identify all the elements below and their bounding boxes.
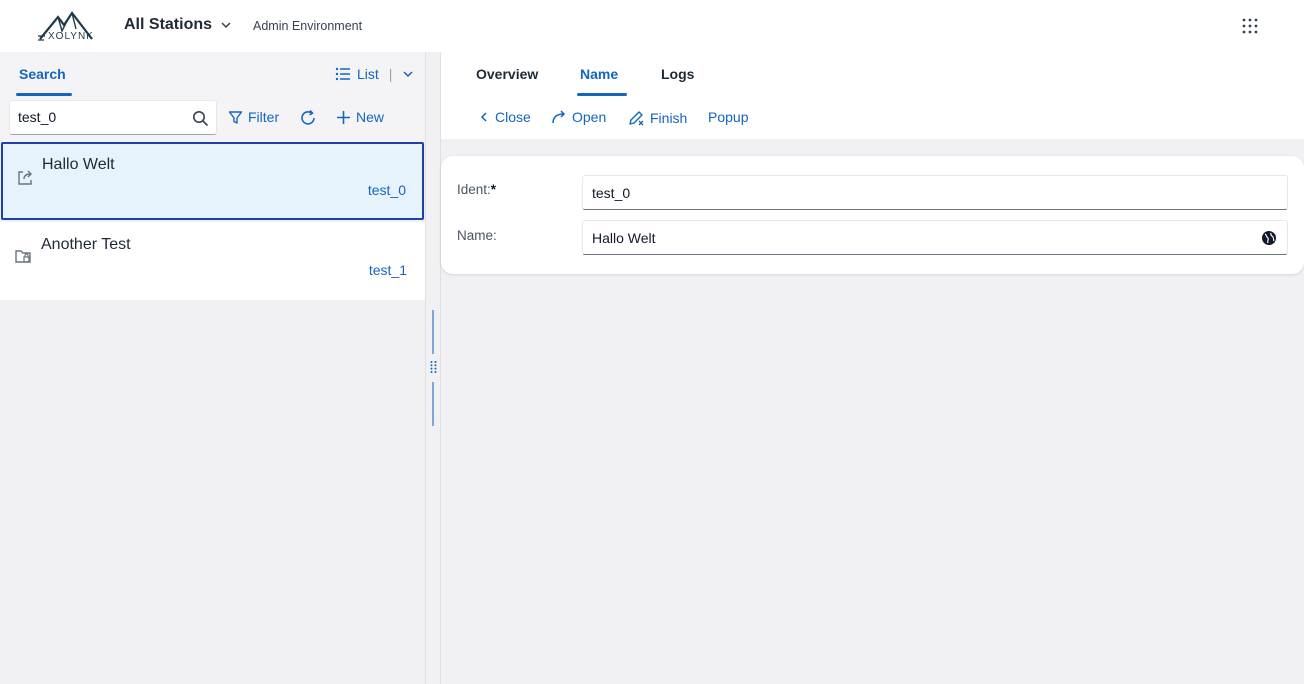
view-label: List	[357, 66, 379, 82]
ident-field[interactable]: test_0	[582, 175, 1288, 210]
chevron-down-icon	[221, 22, 231, 29]
filter-button[interactable]: Filter	[228, 109, 279, 125]
search-field[interactable]	[9, 100, 217, 135]
name-value: Hallo Welt	[592, 230, 656, 246]
search-toolbar: Filter New	[0, 96, 425, 142]
plus-icon	[337, 110, 350, 124]
open-label: Open	[572, 109, 607, 125]
tab-overview[interactable]: Overview	[476, 66, 538, 82]
resizer-line	[432, 310, 434, 354]
finish-label: Finish	[650, 110, 688, 126]
popup-button[interactable]: Popup	[708, 109, 748, 125]
open-button[interactable]: Open	[551, 109, 606, 125]
tab-search[interactable]: Search	[19, 66, 66, 82]
search-input[interactable]	[18, 109, 178, 125]
ident-value: test_0	[592, 185, 631, 201]
list-item-title: Another Test	[41, 236, 131, 253]
left-panel: Search List | Filter	[0, 52, 425, 684]
list-item-code: test_1	[368, 262, 407, 278]
detail-header: Overview Name Logs Close Open Finish Pop…	[441, 52, 1304, 139]
environment-label: Admin Environment	[253, 19, 363, 33]
folder-lock-icon	[15, 250, 31, 263]
required-marker: *	[490, 182, 497, 197]
form-card: Ident:* test_0 Name: Hallo Welt	[441, 156, 1304, 274]
finish-button[interactable]: Finish	[627, 109, 687, 127]
view-toggle[interactable]: List |	[335, 66, 414, 82]
resizer-line	[432, 382, 434, 426]
apps-grid-icon[interactable]	[1241, 17, 1259, 35]
left-tab-bar: Search List |	[0, 52, 425, 96]
filter-icon	[228, 110, 243, 124]
close-button[interactable]: Close	[478, 109, 531, 125]
panel-resizer[interactable]	[425, 52, 441, 684]
top-bar: XOLYNK All Stations Admin Environment	[0, 0, 1304, 52]
refresh-icon[interactable]	[299, 109, 317, 127]
close-label: Close	[495, 109, 531, 125]
edit-off-icon	[629, 111, 644, 126]
chevron-left-icon	[480, 112, 487, 122]
tab-name[interactable]: Name	[580, 66, 618, 82]
list-item[interactable]: Another Test test_1	[0, 222, 425, 300]
ident-label: Ident:*	[457, 182, 496, 197]
popup-label: Popup	[708, 109, 749, 125]
globe-icon[interactable]	[1261, 230, 1277, 246]
search-icon[interactable]	[192, 110, 209, 127]
station-label: All Stations	[124, 16, 213, 33]
ident-label-text: Ident:	[457, 182, 491, 197]
tab-name-underline	[577, 93, 627, 96]
list-item[interactable]: Hallo Welt test_0	[1, 142, 424, 220]
filter-label: Filter	[248, 109, 280, 125]
new-label: New	[356, 109, 385, 125]
drag-handle-icon[interactable]	[429, 360, 438, 374]
separator: |	[388, 66, 393, 82]
chevron-down-icon[interactable]	[402, 68, 414, 80]
station-selector[interactable]: All Stations	[124, 16, 232, 34]
forward-arrow-icon	[552, 110, 566, 124]
tab-logs[interactable]: Logs	[661, 66, 694, 82]
list-icon	[335, 67, 350, 81]
logo-text: XOLYNK	[48, 31, 94, 42]
new-button[interactable]: New	[336, 109, 384, 125]
list-item-title: Hallo Welt	[42, 156, 115, 173]
name-label: Name:	[457, 228, 497, 243]
name-field[interactable]: Hallo Welt	[582, 220, 1288, 255]
list-item-code: test_0	[367, 182, 406, 198]
external-link-icon	[18, 170, 32, 185]
